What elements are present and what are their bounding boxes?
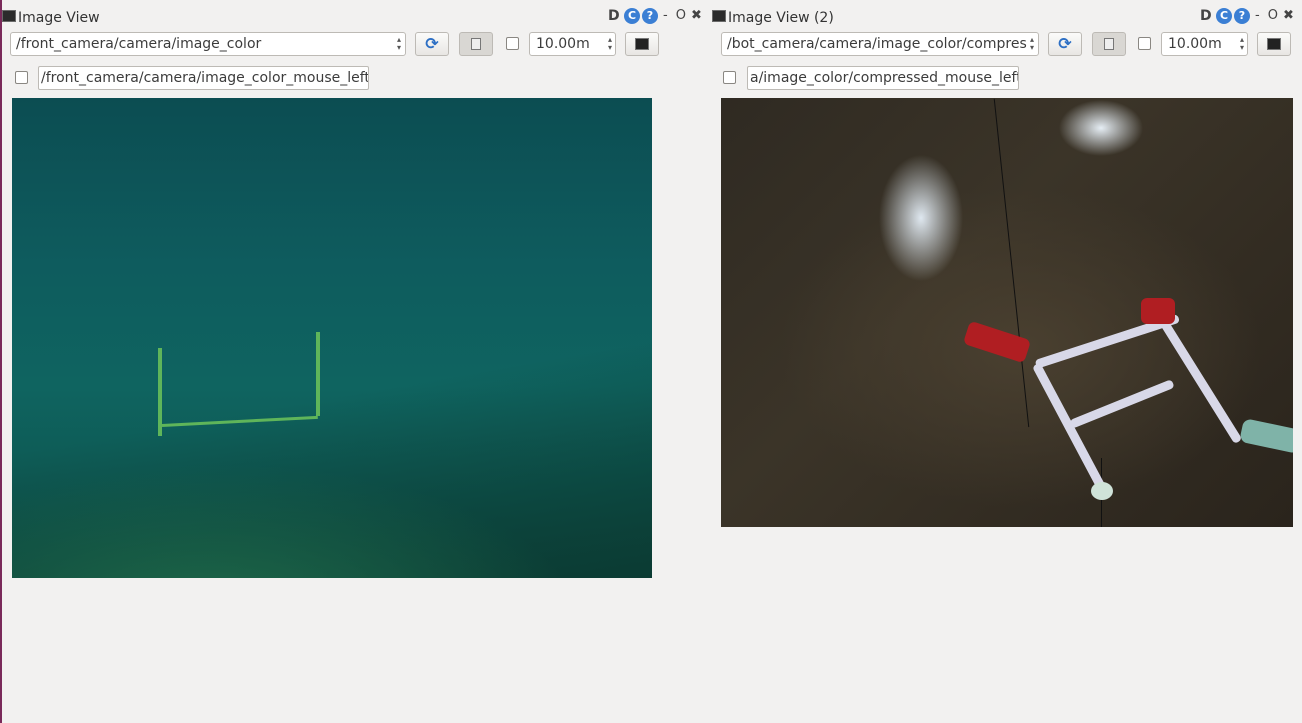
help-icon[interactable]: ? (1234, 8, 1250, 24)
mouse-topic-input[interactable]: a/image_color/compressed_mouse_left (747, 66, 1019, 90)
publish-mouse-checkbox[interactable] (15, 71, 28, 84)
gate-right-post (316, 332, 320, 416)
titlebar: Image View (2) D C ? - O ✖ (710, 4, 1302, 26)
zoom-1-button[interactable] (459, 32, 493, 56)
refresh-icon: ⟳ (425, 34, 439, 53)
reload-icon[interactable]: C (624, 8, 640, 24)
restore-icon[interactable]: O (673, 8, 689, 24)
save-image-button[interactable] (625, 32, 659, 56)
frame-bar (1155, 312, 1243, 445)
topic-combo-value: /bot_camera/camera/image_color/compres (727, 36, 1027, 52)
thruster (1239, 418, 1293, 454)
save-icon (1267, 38, 1281, 50)
frame-bar (1032, 362, 1111, 500)
smooth-scale-checkbox[interactable] (1138, 37, 1151, 50)
camera-image[interactable] (12, 98, 652, 578)
dock-icon[interactable]: D (1200, 8, 1214, 24)
combo-arrows-icon: ▴ ▾ (1029, 35, 1034, 52)
topic-combo-value: /front_camera/camera/image_color (16, 36, 262, 52)
mouse-row: /front_camera/camera/image_color_mouse_l… (2, 66, 710, 90)
zoom-icon (1104, 38, 1114, 50)
reload-icon[interactable]: C (1216, 8, 1232, 24)
help-icon[interactable]: ? (642, 8, 658, 24)
topic-combo[interactable]: /bot_camera/camera/image_color/compres ▴… (721, 32, 1039, 56)
spin-arrows-icon: ▴ ▾ (1239, 35, 1244, 52)
titlebar-controls: D C ? - O ✖ (608, 8, 702, 24)
publish-mouse-checkbox[interactable] (723, 71, 736, 84)
timeout-value: 10.00m (536, 36, 590, 52)
save-image-button[interactable] (1257, 32, 1291, 56)
mouse-topic-input[interactable]: /front_camera/camera/image_color_mouse_l… (38, 66, 369, 90)
window-icon (2, 10, 16, 22)
camera-image[interactable] (721, 98, 1293, 527)
image-view-pane-2: Image View (2) D C ? - O ✖ /bot_camera/c… (710, 0, 1302, 723)
timeout-spinbox[interactable]: 10.00m ▴ ▾ (529, 32, 616, 56)
titlebar-controls: D C ? - O ✖ (1200, 8, 1294, 24)
window-title: Image View (2) (728, 10, 834, 26)
toolbar: /bot_camera/camera/image_color/compres ▴… (710, 32, 1302, 58)
refresh-icon: ⟳ (1058, 34, 1072, 53)
combo-arrows-icon: ▴ ▾ (396, 35, 401, 52)
red-canister (1141, 298, 1175, 324)
smooth-scale-checkbox[interactable] (506, 37, 519, 50)
save-icon (635, 38, 649, 50)
image-view-pane-1: Image View D C ? - O ✖ /front_camera/cam… (2, 0, 710, 723)
zoom-icon (471, 38, 481, 50)
minimize-icon[interactable]: - (1252, 8, 1263, 24)
refresh-topics-button[interactable]: ⟳ (415, 32, 449, 56)
restore-icon[interactable]: O (1265, 8, 1281, 24)
window-icon (712, 10, 726, 22)
timeout-value: 10.00m (1168, 36, 1222, 52)
timeout-spinbox[interactable]: 10.00m ▴ ▾ (1161, 32, 1248, 56)
gate-left-post (158, 348, 162, 436)
spin-arrows-icon: ▴ ▾ (607, 35, 612, 52)
red-canister (962, 320, 1032, 364)
mouse-row: a/image_color/compressed_mouse_left (710, 66, 1302, 90)
minimize-icon[interactable]: - (660, 8, 671, 24)
titlebar: Image View D C ? - O ✖ (2, 4, 710, 26)
frame-bar (1069, 379, 1175, 429)
dock-icon[interactable]: D (608, 8, 622, 24)
tether-wire (993, 98, 1030, 428)
zoom-1-button[interactable] (1092, 32, 1126, 56)
close-icon[interactable]: ✖ (691, 8, 702, 24)
thruster (1091, 482, 1113, 500)
gate-bottom-bar (161, 415, 318, 427)
refresh-topics-button[interactable]: ⟳ (1048, 32, 1082, 56)
topic-combo[interactable]: /front_camera/camera/image_color ▴ ▾ (10, 32, 406, 56)
window-title: Image View (18, 10, 100, 26)
toolbar: /front_camera/camera/image_color ▴ ▾ ⟳ 10… (2, 32, 710, 58)
close-icon[interactable]: ✖ (1283, 8, 1294, 24)
